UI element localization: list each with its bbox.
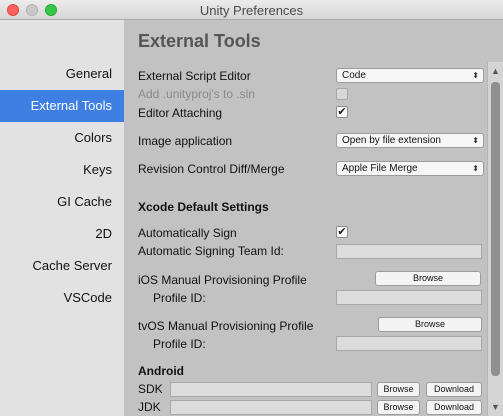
- revision-control-label: Revision Control Diff/Merge: [138, 162, 285, 176]
- revision-control-value: Apple File Merge: [342, 163, 418, 174]
- external-script-editor-label: External Script Editor: [138, 69, 251, 83]
- jdk-label: JDK: [138, 400, 161, 414]
- preferences-content: External Tools External Script Editor Co…: [124, 20, 503, 416]
- automatically-sign-checkbox[interactable]: ✔: [336, 226, 348, 238]
- window-title: Unity Preferences: [199, 3, 304, 18]
- tvos-profile-browse-button[interactable]: Browse: [378, 317, 482, 332]
- scroll-down-icon[interactable]: ▼: [488, 398, 503, 416]
- jdk-download-button[interactable]: Download: [426, 400, 482, 415]
- sidebar-item-gi-cache[interactable]: GI Cache: [0, 186, 124, 218]
- external-script-editor-value: Code: [342, 70, 366, 81]
- checkmark-icon: ✔: [337, 226, 347, 238]
- sdk-label: SDK: [138, 382, 163, 396]
- dropdown-arrows-icon: ⬍: [472, 71, 479, 80]
- editor-attaching-label: Editor Attaching: [138, 106, 223, 120]
- vertical-scrollbar[interactable]: ▲ ▼: [487, 62, 503, 416]
- revision-control-dropdown[interactable]: Apple File Merge ⬍: [336, 161, 484, 176]
- external-script-editor-dropdown[interactable]: Code ⬍: [336, 68, 484, 83]
- sidebar-item-2d[interactable]: 2D: [0, 218, 124, 250]
- preferences-window: Unity Preferences General External Tools…: [0, 0, 503, 416]
- sidebar-item-external-tools[interactable]: External Tools: [0, 90, 124, 122]
- sidebar-item-vscode[interactable]: VSCode: [0, 282, 124, 314]
- dropdown-arrows-icon: ⬍: [472, 164, 479, 173]
- title-bar: Unity Preferences: [0, 0, 503, 20]
- jdk-browse-button[interactable]: Browse: [377, 400, 420, 415]
- add-unityproj-label: Add .unityproj's to .sln: [138, 87, 256, 101]
- checkmark-icon: ✔: [337, 106, 347, 118]
- xcode-settings-heading: Xcode Default Settings: [138, 200, 269, 214]
- add-unityproj-checkbox[interactable]: [336, 88, 348, 100]
- editor-attaching-checkbox[interactable]: ✔: [336, 106, 348, 118]
- jdk-path-field[interactable]: [170, 400, 372, 415]
- sidebar-item-colors[interactable]: Colors: [0, 122, 124, 154]
- sidebar: General External Tools Colors Keys GI Ca…: [0, 20, 124, 416]
- android-heading: Android: [138, 364, 184, 378]
- scroll-up-icon[interactable]: ▲: [488, 62, 503, 80]
- tvos-profile-label: tvOS Manual Provisioning Profile: [138, 319, 314, 333]
- image-application-label: Image application: [138, 134, 233, 148]
- tvos-profile-id-label: Profile ID:: [153, 337, 206, 351]
- image-application-value: Open by file extension: [342, 135, 441, 146]
- scrollbar-thumb[interactable]: [491, 82, 500, 376]
- dropdown-arrows-icon: ⬍: [472, 136, 479, 145]
- sdk-path-field[interactable]: [170, 382, 372, 397]
- sdk-browse-button[interactable]: Browse: [377, 382, 420, 397]
- image-application-dropdown[interactable]: Open by file extension ⬍: [336, 133, 484, 148]
- sidebar-item-general[interactable]: General: [0, 58, 124, 90]
- ios-profile-id-label: Profile ID:: [153, 291, 206, 305]
- ios-profile-id-field[interactable]: [336, 290, 482, 305]
- ios-profile-browse-button[interactable]: Browse: [375, 271, 481, 286]
- sidebar-item-keys[interactable]: Keys: [0, 154, 124, 186]
- automatically-sign-label: Automatically Sign: [138, 226, 237, 240]
- tvos-profile-id-field[interactable]: [336, 336, 482, 351]
- sdk-download-button[interactable]: Download: [426, 382, 482, 397]
- signing-team-id-label: Automatic Signing Team Id:: [138, 244, 284, 258]
- sidebar-item-cache-server[interactable]: Cache Server: [0, 250, 124, 282]
- signing-team-id-field[interactable]: [336, 244, 482, 259]
- page-title: External Tools: [138, 31, 261, 51]
- ios-profile-label: iOS Manual Provisioning Profile: [138, 273, 307, 287]
